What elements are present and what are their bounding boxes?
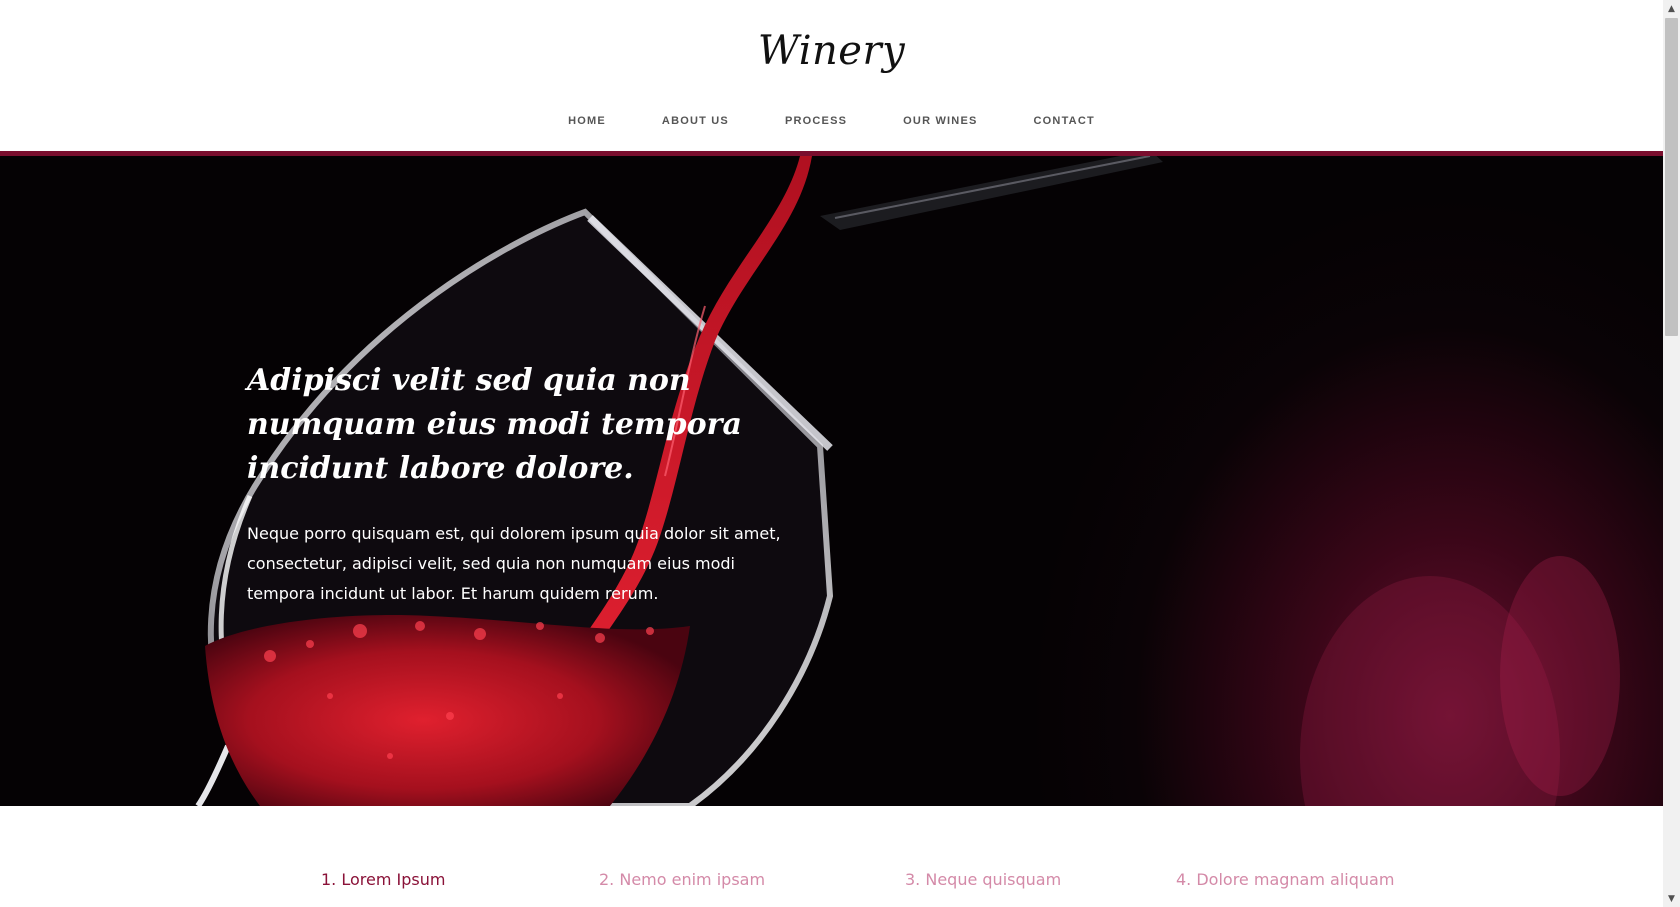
chevron-up-icon[interactable]: ▲ — [1663, 0, 1680, 17]
site-logo[interactable]: Winery — [0, 28, 1663, 74]
page: Winery HOME ABOUT US PROCESS OUR WINES C… — [0, 0, 1663, 907]
nav-item-contact[interactable]: CONTACT — [1006, 115, 1123, 127]
tab-lorem-ipsum[interactable]: 1. Lorem Ipsum — [321, 870, 445, 889]
hero-title: Adipisci velit sed quia non numquam eius… — [247, 363, 742, 486]
tab-neque-quisquam[interactable]: 3. Neque quisquam — [905, 870, 1061, 889]
hero-body-text: Neque porro quisquam est, qui dolorem ip… — [247, 524, 781, 603]
nav-item-home[interactable]: HOME — [540, 115, 634, 127]
vertical-scrollbar[interactable]: ▲ ▼ — [1663, 0, 1680, 907]
hero-section: Adipisci velit sed quia non numquam eius… — [0, 156, 1663, 806]
nav-item-process[interactable]: PROCESS — [757, 115, 875, 127]
site-header: Winery HOME ABOUT US PROCESS OUR WINES C… — [0, 0, 1663, 156]
tab-dolore-magnam-aliquam[interactable]: 4. Dolore magnam aliquam — [1176, 870, 1394, 889]
nav-item-our-wines[interactable]: OUR WINES — [875, 115, 1005, 127]
process-tabs: 1. Lorem Ipsum 2. Nemo enim ipsam 3. Neq… — [0, 870, 1663, 900]
nav-item-about-us[interactable]: ABOUT US — [634, 115, 757, 127]
tab-nemo-enim-ipsam[interactable]: 2. Nemo enim ipsam — [599, 870, 765, 889]
chevron-down-icon[interactable]: ▼ — [1663, 890, 1680, 907]
scrollbar-thumb[interactable] — [1665, 18, 1678, 336]
main-nav: HOME ABOUT US PROCESS OUR WINES CONTACT — [0, 115, 1663, 127]
hero-text-block: Adipisci velit sed quia non numquam eius… — [247, 359, 807, 609]
